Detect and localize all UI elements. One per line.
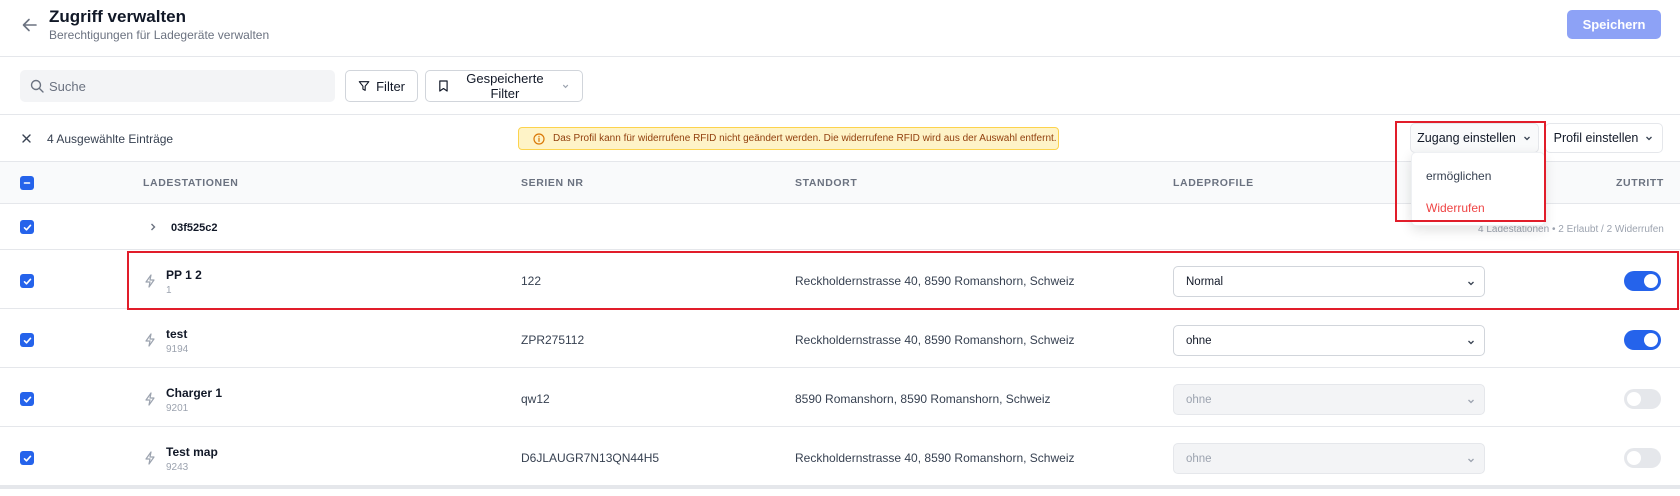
- bolt-icon: [145, 451, 155, 465]
- location: Reckholdernstrasse 40, 8590 Romanshorn, …: [795, 333, 1075, 347]
- toolbar: Filter Gespeicherte Filter: [0, 57, 1680, 115]
- search-box: [20, 70, 335, 102]
- check-icon: [23, 224, 31, 231]
- filter-label: Filter: [376, 78, 405, 94]
- station-id: 9243: [166, 462, 189, 473]
- info-icon: [533, 132, 545, 145]
- page-title: Zugriff verwalten: [49, 7, 186, 26]
- column-header-access[interactable]: ZUTRITT: [1616, 177, 1664, 189]
- check-icon: [23, 278, 31, 285]
- access-toggle[interactable]: [1624, 271, 1661, 291]
- profile-value: ohne: [1186, 334, 1212, 347]
- chevron-down-icon: [1523, 136, 1530, 141]
- chevron-down-icon: [1468, 399, 1474, 404]
- table-row[interactable]: Test map 9243 D6JLAUGR7N13QN44H5 Reckhol…: [0, 427, 1680, 486]
- column-header-stations[interactable]: LADESTATIONEN: [143, 177, 239, 189]
- location: Reckholdernstrasse 40, 8590 Romanshorn, …: [795, 274, 1075, 288]
- check-icon: [23, 396, 31, 403]
- serial-number: 122: [521, 274, 542, 288]
- table-bottom-border: [0, 486, 1680, 489]
- search-input[interactable]: [49, 70, 329, 102]
- chevron-down-icon: [1468, 340, 1474, 345]
- column-header-location[interactable]: STANDORT: [795, 177, 857, 189]
- station-name: Charger 1: [166, 386, 223, 400]
- profile-select[interactable]: Normal: [1173, 266, 1485, 297]
- select-all-checkbox[interactable]: [20, 176, 34, 190]
- set-profile-button[interactable]: Profil einstellen: [1545, 123, 1663, 153]
- chevron-down-icon: [562, 84, 569, 89]
- toggle-knob: [1627, 451, 1641, 465]
- filter-button[interactable]: Filter: [345, 70, 418, 102]
- toggle-knob: [1627, 392, 1641, 406]
- serial-number: ZPR275112: [521, 333, 585, 347]
- set-access-label: Zugang einstellen: [1417, 131, 1516, 145]
- station-id: 9201: [166, 403, 189, 414]
- profile-value: Normal: [1186, 275, 1224, 288]
- toggle-knob: [1644, 333, 1658, 347]
- station-id: 1: [166, 285, 172, 296]
- location: 8590 Romanshorn, 8590 Romanshorn, Schwei…: [795, 392, 1051, 406]
- page-subtitle: Berechtigungen für Ladegeräte verwalten: [49, 28, 270, 42]
- row-checkbox[interactable]: [20, 333, 34, 347]
- location: Reckholdernstrasse 40, 8590 Romanshorn, …: [795, 451, 1075, 465]
- access-toggle[interactable]: [1624, 448, 1661, 468]
- toggle-knob: [1644, 274, 1658, 288]
- station-name: PP 1 2: [166, 268, 202, 282]
- saved-filters-button[interactable]: Gespeicherte Filter: [425, 70, 583, 102]
- minus-icon: [23, 182, 31, 184]
- access-dropdown-menu: ermöglichen Widerrufen: [1411, 152, 1545, 226]
- check-icon: [23, 337, 31, 344]
- chevron-down-icon: [1646, 136, 1653, 141]
- selection-count: 4 Ausgewählte Einträge: [47, 132, 174, 146]
- bolt-icon: [145, 392, 155, 406]
- profile-select[interactable]: ohne: [1173, 325, 1485, 356]
- chevron-right-icon[interactable]: [148, 222, 158, 232]
- bolt-icon: [145, 333, 155, 347]
- profile-select: ohne: [1173, 443, 1485, 474]
- group-checkbox[interactable]: [20, 220, 34, 234]
- table-row[interactable]: test 9194 ZPR275112 Reckholdernstrasse 4…: [0, 309, 1680, 368]
- column-header-serial[interactable]: SERIEN NR: [521, 177, 584, 189]
- row-checkbox[interactable]: [20, 392, 34, 406]
- set-profile-label: Profil einstellen: [1553, 131, 1639, 145]
- filter-icon: [358, 81, 370, 91]
- saved-filters-label: Gespeicherte Filter: [466, 71, 544, 101]
- serial-number: qw12: [521, 392, 550, 406]
- station-name: test: [166, 327, 188, 341]
- column-header-profiles[interactable]: LADEPROFILE: [1173, 177, 1254, 189]
- chevron-down-icon: [1468, 281, 1474, 286]
- warning-banner: Das Profil kann für widerrufene RFID nic…: [518, 127, 1059, 150]
- profile-value: ohne: [1186, 452, 1212, 465]
- profile-select: ohne: [1173, 384, 1485, 415]
- station-id: 9194: [166, 344, 189, 355]
- table-row[interactable]: Charger 1 9201 qw12 8590 Romanshorn, 859…: [0, 368, 1680, 427]
- serial-number: D6JLAUGR7N13QN44H5: [521, 451, 660, 465]
- page-header: Zugriff verwalten Berechtigungen für Lad…: [0, 0, 1680, 57]
- access-toggle[interactable]: [1624, 330, 1661, 350]
- bolt-icon: [145, 274, 155, 288]
- arrow-left-icon[interactable]: [20, 15, 40, 35]
- access-toggle[interactable]: [1624, 389, 1661, 409]
- table-row[interactable]: PP 1 2 1 122 Reckholdernstrasse 40, 8590…: [0, 250, 1680, 309]
- warning-text: Das Profil kann für widerrufene RFID nic…: [553, 133, 1057, 144]
- search-icon: [30, 79, 44, 93]
- bookmark-icon: [439, 80, 448, 92]
- group-name: 03f525c2: [171, 222, 218, 234]
- menu-item-revoke[interactable]: Widerrufen: [1426, 201, 1485, 215]
- row-checkbox[interactable]: [20, 274, 34, 288]
- profile-value: ohne: [1186, 393, 1212, 406]
- set-access-button[interactable]: Zugang einstellen: [1410, 123, 1539, 153]
- menu-item-enable[interactable]: ermöglichen: [1426, 169, 1491, 183]
- chevron-down-icon: [1468, 458, 1474, 463]
- save-button[interactable]: Speichern: [1567, 10, 1661, 39]
- station-name: Test map: [166, 445, 218, 459]
- close-icon[interactable]: [20, 132, 33, 145]
- check-icon: [23, 455, 31, 462]
- row-checkbox[interactable]: [20, 451, 34, 465]
